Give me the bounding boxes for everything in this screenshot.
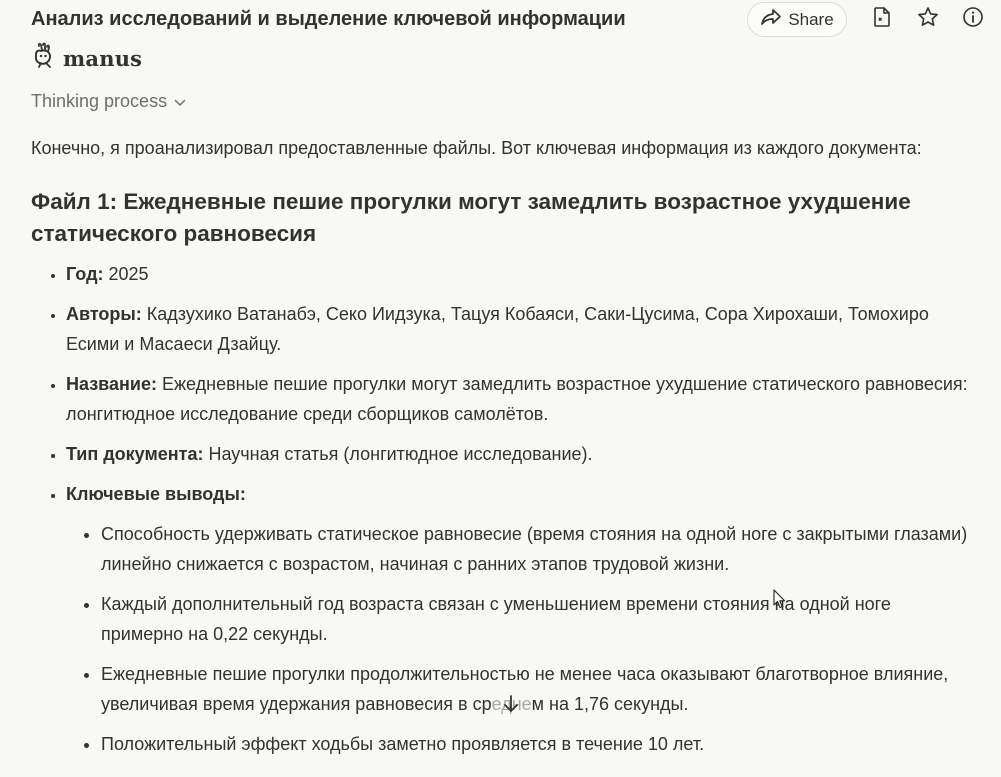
brand-name: manus [63, 46, 143, 71]
authors-value: Кадзухико Ватанабэ, Секо Иидзука, Тацуя … [66, 304, 929, 354]
scroll-to-bottom-button[interactable] [491, 686, 531, 726]
message-intro: Конечно, я проанализировал предоставленн… [31, 138, 922, 158]
share-label: Share [788, 9, 834, 29]
list-item-year: Год: 2025 [66, 259, 976, 289]
share-icon [760, 8, 782, 31]
file-icon-button[interactable] [869, 6, 895, 32]
list-item-title: Название: Ежедневные пешие прогулки могу… [66, 369, 976, 429]
list-item-authors: Авторы: Кадзухико Ватанабэ, Секо Иидзука… [66, 299, 976, 359]
title-label: Название: [66, 374, 157, 394]
doctype-label: Тип документа: [66, 444, 204, 464]
finding-item: Положительный эффект ходьбы заметно проя… [101, 729, 976, 759]
info-icon [962, 6, 984, 33]
findings-label: Ключевые выводы: [66, 484, 246, 504]
file-1-heading: Файл 1: Ежедневные пешие прогулки могут … [31, 189, 911, 246]
share-button[interactable]: Share [747, 2, 847, 37]
mouse-cursor-icon [773, 589, 787, 614]
assistant-brand: manus [31, 42, 142, 75]
doctype-value: Научная статья (лонгитюдное исследование… [208, 444, 593, 464]
manus-logo-icon [31, 42, 57, 75]
year-label: Год: [66, 264, 104, 284]
file-1-details: Год: 2025 Авторы: Кадзухико Ватанабэ, Се… [31, 259, 976, 759]
favorite-button[interactable] [915, 6, 941, 32]
star-icon [917, 6, 939, 33]
authors-label: Авторы: [66, 304, 142, 324]
chevron-down-icon [174, 91, 186, 112]
assistant-message: Конечно, я проанализировал предоставленн… [31, 133, 976, 769]
file-icon [872, 6, 892, 33]
arrow-down-icon [502, 694, 520, 719]
finding-item: Способность удерживать статическое равно… [101, 519, 976, 579]
page-title: Анализ исследований и выделение ключевой… [31, 8, 626, 30]
list-item-doctype: Тип документа: Научная статья (лонгитюдн… [66, 439, 976, 469]
finding-item: Каждый дополнительный год возраста связа… [101, 589, 976, 649]
top-bar: Анализ исследований и выделение ключевой… [0, 0, 1001, 40]
thinking-process-label: Thinking process [31, 91, 168, 111]
finding-item: Ежедневные пешие прогулки продолжительно… [101, 659, 976, 719]
thinking-process-toggle[interactable]: Thinking process [31, 91, 186, 112]
title-value: Ежедневные пешие прогулки могут замедлит… [66, 374, 968, 424]
year-value: 2025 [108, 264, 149, 284]
info-button[interactable] [960, 6, 986, 32]
